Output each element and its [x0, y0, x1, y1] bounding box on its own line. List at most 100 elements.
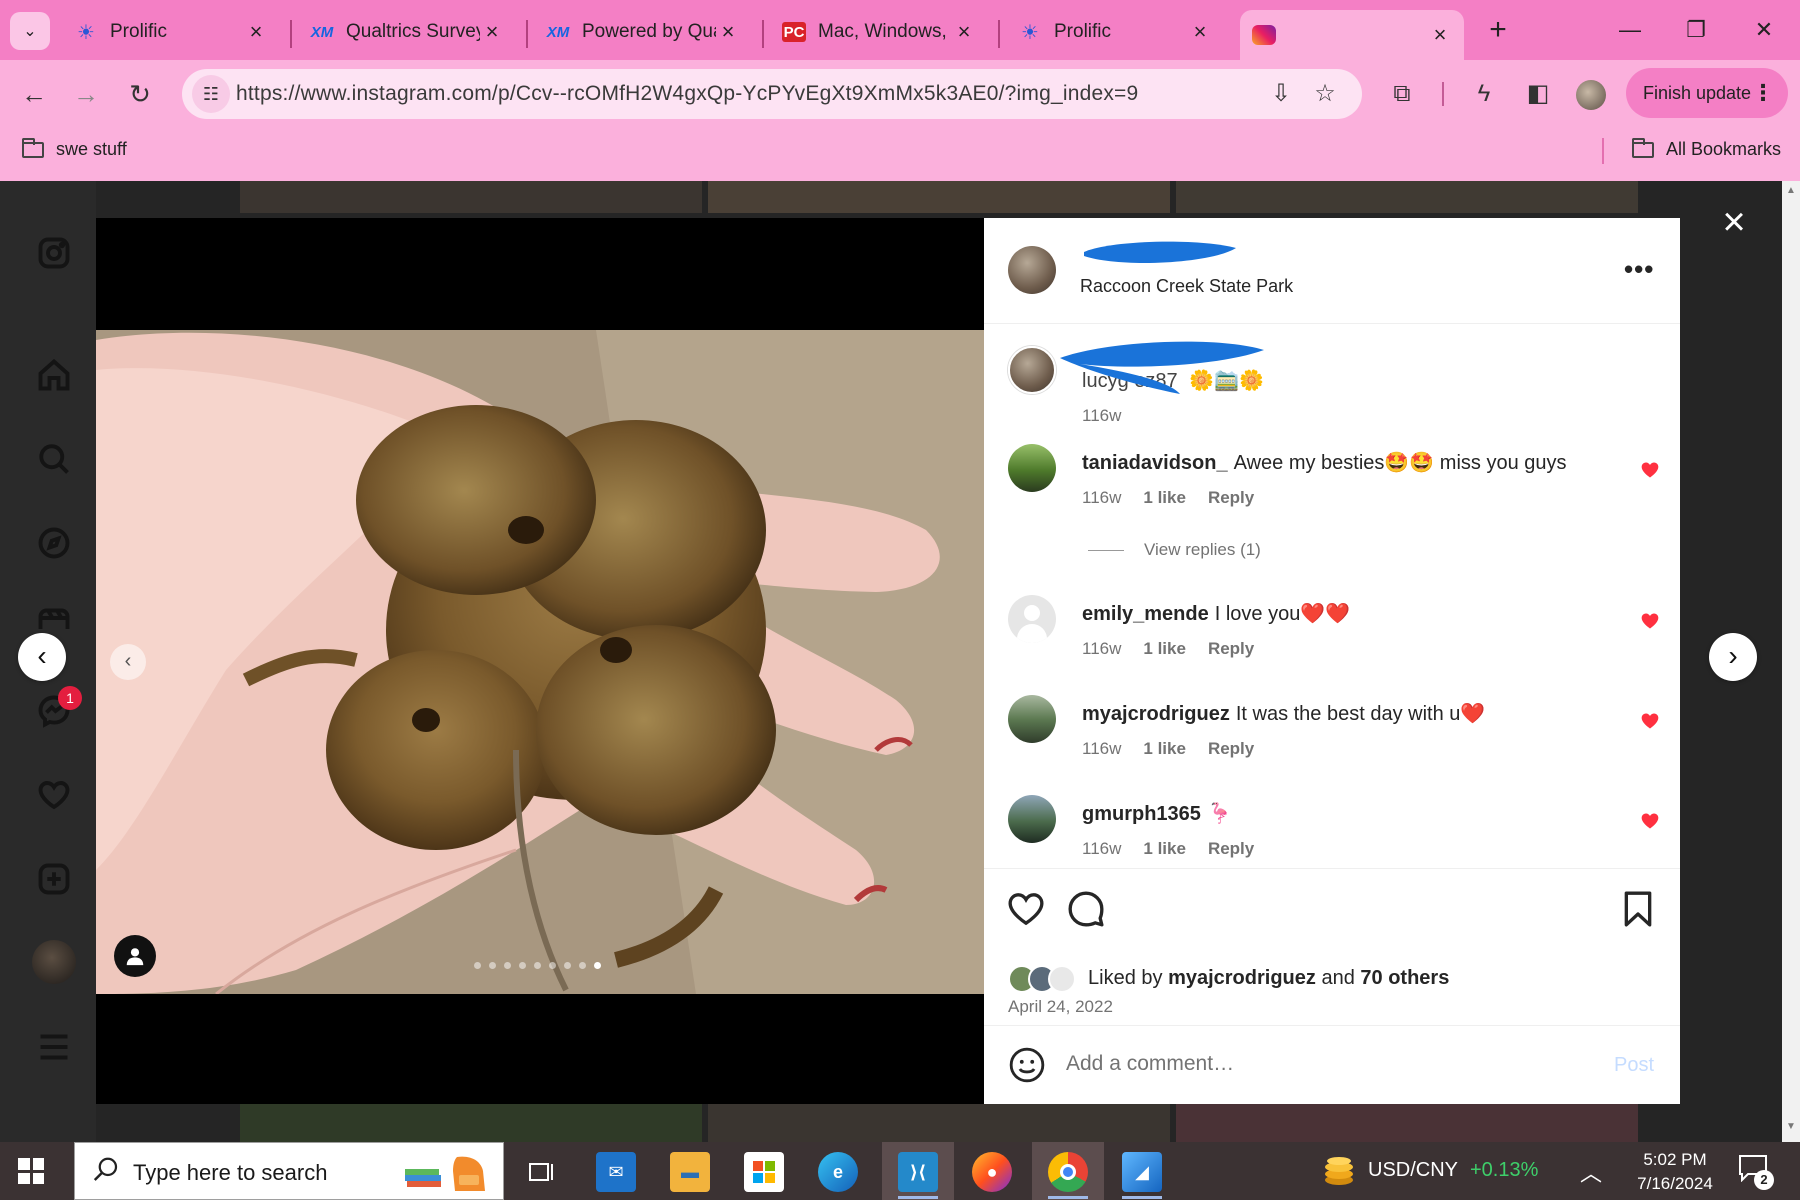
taskbar-clock[interactable]: 5:02 PM 7/16/2024	[1620, 1148, 1730, 1196]
address-bar[interactable]: ☷ https://www.instagram.com/p/Ccv--rcOMf…	[182, 69, 1362, 119]
menu-icon[interactable]	[32, 1025, 76, 1069]
scroll-down-arrow[interactable]: ▼	[1786, 1121, 1796, 1132]
tab-qualtrics-survey[interactable]: XM Qualtrics Survey ×	[298, 10, 516, 54]
redacted-username[interactable]	[1080, 238, 1240, 270]
comment-likes[interactable]: 1 like	[1143, 739, 1186, 758]
mail-icon[interactable]: ✉	[596, 1152, 636, 1192]
more-options-icon[interactable]: •••	[1624, 254, 1654, 285]
carousel-dot[interactable]	[489, 962, 496, 969]
carousel-dot[interactable]	[564, 962, 571, 969]
post-location[interactable]: Raccoon Creek State Park	[1080, 276, 1293, 297]
all-bookmarks-button[interactable]: All Bookmarks	[1632, 137, 1781, 160]
comment-username[interactable]: taniadavidson_	[1082, 452, 1228, 474]
view-replies-button[interactable]: View replies (1)	[1088, 540, 1261, 560]
notification-center-icon[interactable]: 2	[1738, 1154, 1774, 1190]
comment-time[interactable]: 116w	[1082, 639, 1121, 658]
carousel-dot[interactable]	[579, 962, 586, 969]
emoji-icon[interactable]	[1008, 1046, 1046, 1084]
profile-avatar[interactable]	[1576, 80, 1606, 110]
tab-prolific-1[interactable]: ☀ Prolific ×	[62, 10, 280, 54]
tagged-users-button[interactable]	[114, 935, 156, 977]
carousel-dot-active[interactable]	[594, 962, 601, 969]
show-hidden-icons-chevron-icon[interactable]: ︿	[1580, 1156, 1602, 1188]
performance-icon[interactable]: ϟ	[1462, 72, 1506, 116]
install-app-icon[interactable]: ⇩	[1264, 77, 1298, 111]
like-heart-icon[interactable]	[1006, 889, 1046, 929]
forward-button[interactable]: →	[64, 72, 108, 116]
author-avatar[interactable]	[1008, 346, 1056, 394]
explore-icon[interactable]	[32, 521, 76, 565]
post-date[interactable]: April 24, 2022	[1008, 997, 1113, 1017]
url-text[interactable]: https://www.instagram.com/p/Ccv--rcOMfH2…	[236, 82, 1138, 106]
close-icon[interactable]: ×	[1188, 19, 1212, 45]
liked-by-user[interactable]: myajcrodriguez	[1168, 967, 1316, 989]
commenter-avatar[interactable]	[1008, 695, 1056, 743]
reply-button[interactable]: Reply	[1208, 639, 1254, 658]
previous-post-button[interactable]: ‹	[18, 633, 66, 681]
new-tab-button[interactable]: +	[1478, 12, 1518, 50]
create-icon[interactable]	[32, 857, 76, 901]
close-icon[interactable]: ×	[1428, 22, 1452, 48]
more-vertical-icon[interactable]: ⋮	[1752, 80, 1774, 106]
carousel-dot[interactable]	[549, 962, 556, 969]
reply-button[interactable]: Reply	[1208, 488, 1254, 507]
chrome-icon[interactable]	[1048, 1152, 1088, 1192]
commenter-avatar[interactable]	[1008, 795, 1056, 843]
close-icon[interactable]: ×	[244, 19, 268, 45]
currency-ticker[interactable]: USD/CNY	[1368, 1159, 1458, 1182]
reels-icon[interactable]	[32, 605, 76, 629]
liked-heart-icon[interactable]	[1640, 611, 1660, 631]
reply-button[interactable]: Reply	[1208, 839, 1254, 858]
carousel-prev-button[interactable]: ‹	[110, 644, 146, 680]
comment-time[interactable]: 116w	[1082, 739, 1121, 758]
comment-input[interactable]	[1066, 1044, 1586, 1084]
close-window-button[interactable]: ✕	[1732, 10, 1796, 50]
edge-icon[interactable]: e	[818, 1152, 858, 1192]
carousel-dot[interactable]	[474, 962, 481, 969]
liked-by-avatars[interactable]	[1008, 965, 1088, 993]
liked-by-others[interactable]: 70 others	[1360, 967, 1449, 989]
post-photo[interactable]	[96, 330, 984, 994]
minimize-button[interactable]: —	[1598, 10, 1662, 50]
carousel-dot[interactable]	[534, 962, 541, 969]
close-icon[interactable]: ×	[952, 19, 976, 45]
finish-update-button[interactable]: Finish update ⋮	[1626, 68, 1788, 118]
commenter-avatar[interactable]	[1008, 595, 1056, 643]
scroll-up-arrow[interactable]: ▲	[1786, 185, 1796, 196]
comment-bubble-icon[interactable]	[1066, 889, 1106, 929]
currency-coins-icon[interactable]	[1320, 1152, 1358, 1190]
post-comment-button[interactable]: Post	[1614, 1054, 1654, 1077]
author-avatar[interactable]	[1008, 246, 1056, 294]
close-icon[interactable]: ×	[716, 19, 740, 45]
tab-prolific-2[interactable]: ☀ Prolific ×	[1006, 10, 1224, 54]
caption-time[interactable]: 116w	[1082, 406, 1121, 425]
liked-heart-icon[interactable]	[1640, 460, 1660, 480]
next-post-button[interactable]: ›	[1709, 633, 1757, 681]
currency-change[interactable]: +0.13%	[1470, 1159, 1538, 1182]
comment-username[interactable]: emily_mende	[1082, 603, 1209, 625]
carousel-dot[interactable]	[519, 962, 526, 969]
microsoft-store-icon[interactable]	[744, 1152, 784, 1192]
close-icon[interactable]: ×	[480, 19, 504, 45]
site-info-icon[interactable]: ☷	[192, 75, 230, 113]
carousel-dot[interactable]	[504, 962, 511, 969]
firefox-icon[interactable]: ●	[972, 1152, 1012, 1192]
vscode-icon[interactable]: ⟩⟨	[898, 1152, 938, 1192]
comment-time[interactable]: 116w	[1082, 488, 1121, 507]
extensions-icon[interactable]: ⧉	[1380, 72, 1424, 116]
page-scrollbar[interactable]: ▲ ▼	[1782, 181, 1800, 1142]
home-icon[interactable]	[32, 353, 76, 397]
comment-username[interactable]: myajcrodriguez	[1082, 703, 1230, 725]
commenter-avatar[interactable]	[1008, 444, 1056, 492]
task-view-icon[interactable]	[522, 1152, 562, 1192]
comment-likes[interactable]: 1 like	[1143, 488, 1186, 507]
windows-start-icon[interactable]	[14, 1154, 48, 1188]
photos-app-icon[interactable]: ◢	[1122, 1152, 1162, 1192]
file-explorer-icon[interactable]: ▬	[670, 1152, 710, 1192]
reload-button[interactable]: ↻	[118, 72, 162, 116]
restore-button[interactable]: ❐	[1664, 10, 1728, 50]
comment-likes[interactable]: 1 like	[1143, 639, 1186, 658]
tab-powered-by-qualtrics[interactable]: XM Powered by Qua ×	[534, 10, 752, 54]
star-icon[interactable]: ☆	[1308, 77, 1342, 111]
notifications-heart-icon[interactable]	[32, 773, 76, 817]
